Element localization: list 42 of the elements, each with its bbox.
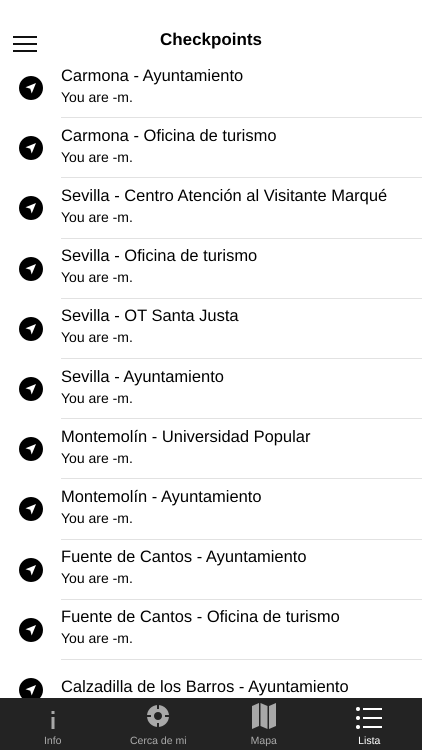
distance-text: You are -m. — [61, 88, 133, 105]
checkpoint-name: Calzadilla de los Barros - Ayuntamiento — [61, 678, 349, 697]
checkpoint-name: Sevilla - Ayuntamiento — [61, 368, 224, 387]
checkpoint-name: Sevilla - Centro Atención al Visitante Marqué — [61, 186, 388, 206]
checkpoint-row[interactable]: Sevilla - Centro Atención al Visitante Marqué You are -m. — [0, 178, 422, 239]
checkpoint-row[interactable]: Fuente de Cantos - Oficina de turismo You are -m. — [0, 600, 422, 660]
checkpoint-name: Fuente de Cantos - Oficina de turismo — [61, 608, 340, 628]
checkpoint-name: Sevilla - OT Santa Justa — [61, 307, 239, 326]
checkpoint-name: Carmona - Oficina de turismo — [61, 126, 276, 146]
checkpoint-row[interactable]: Montemolín - Ayuntamiento You are -m. — [0, 479, 422, 540]
distance-text: You are -m. — [61, 630, 133, 646]
checkpoint-row[interactable]: Montemolín - Universidad Popular You are -m. — [0, 419, 422, 480]
crosshair-icon — [145, 703, 172, 729]
distance-text: You are -m. — [61, 329, 133, 346]
checkpoint-name: Fuente de Cantos - Ayuntamiento — [61, 548, 307, 568]
menu-icon[interactable] — [13, 36, 37, 52]
distance-text: You are -m. — [61, 208, 133, 225]
info-icon — [50, 711, 56, 729]
checkpoint-row[interactable]: Carmona - Oficina de turismo You are -m. — [0, 118, 422, 178]
checkpoint-row[interactable]: Sevilla - OT Santa Justa You are -m. — [0, 298, 422, 359]
distance-text: You are -m. — [61, 510, 133, 526]
distance-text: You are -m. — [61, 570, 133, 586]
distance-text: You are -m. — [61, 269, 133, 286]
map-icon — [252, 703, 276, 729]
checkpoint-row[interactable]: Carmona - Ayuntamiento You are -m. — [0, 58, 422, 118]
checkpoint-row[interactable]: Sevilla - Oficina de turismo You are -m. — [0, 238, 422, 299]
tab[interactable]: Cerca de mi — [106, 698, 211, 750]
distance-text: You are -m. — [61, 390, 133, 406]
checkpoint-row[interactable]: Fuente de Cantos - Ayuntamiento You are -m. — [0, 540, 422, 600]
tab[interactable]: Lista — [316, 698, 422, 750]
list-icon — [356, 707, 382, 729]
screen-title: Checkpoints — [160, 30, 262, 50]
tab[interactable]: Info — [0, 698, 106, 750]
checkpoint-name: Montemolín - Universidad Popular — [61, 428, 310, 447]
distance-text: You are -m. — [61, 450, 133, 466]
tab[interactable]: Mapa — [211, 698, 316, 750]
checkpoint-name: Montemolín - Ayuntamiento — [61, 488, 262, 507]
checkpoint-name: Sevilla - Oficina de turismo — [61, 247, 258, 266]
checkpoint-name: Carmona - Ayuntamiento — [61, 66, 244, 86]
navigation-arrow-icon — [19, 678, 43, 698]
checkpoint-row[interactable]: Sevilla - Ayuntamiento You are -m. — [0, 358, 422, 420]
distance-text: You are -m. — [61, 148, 133, 165]
